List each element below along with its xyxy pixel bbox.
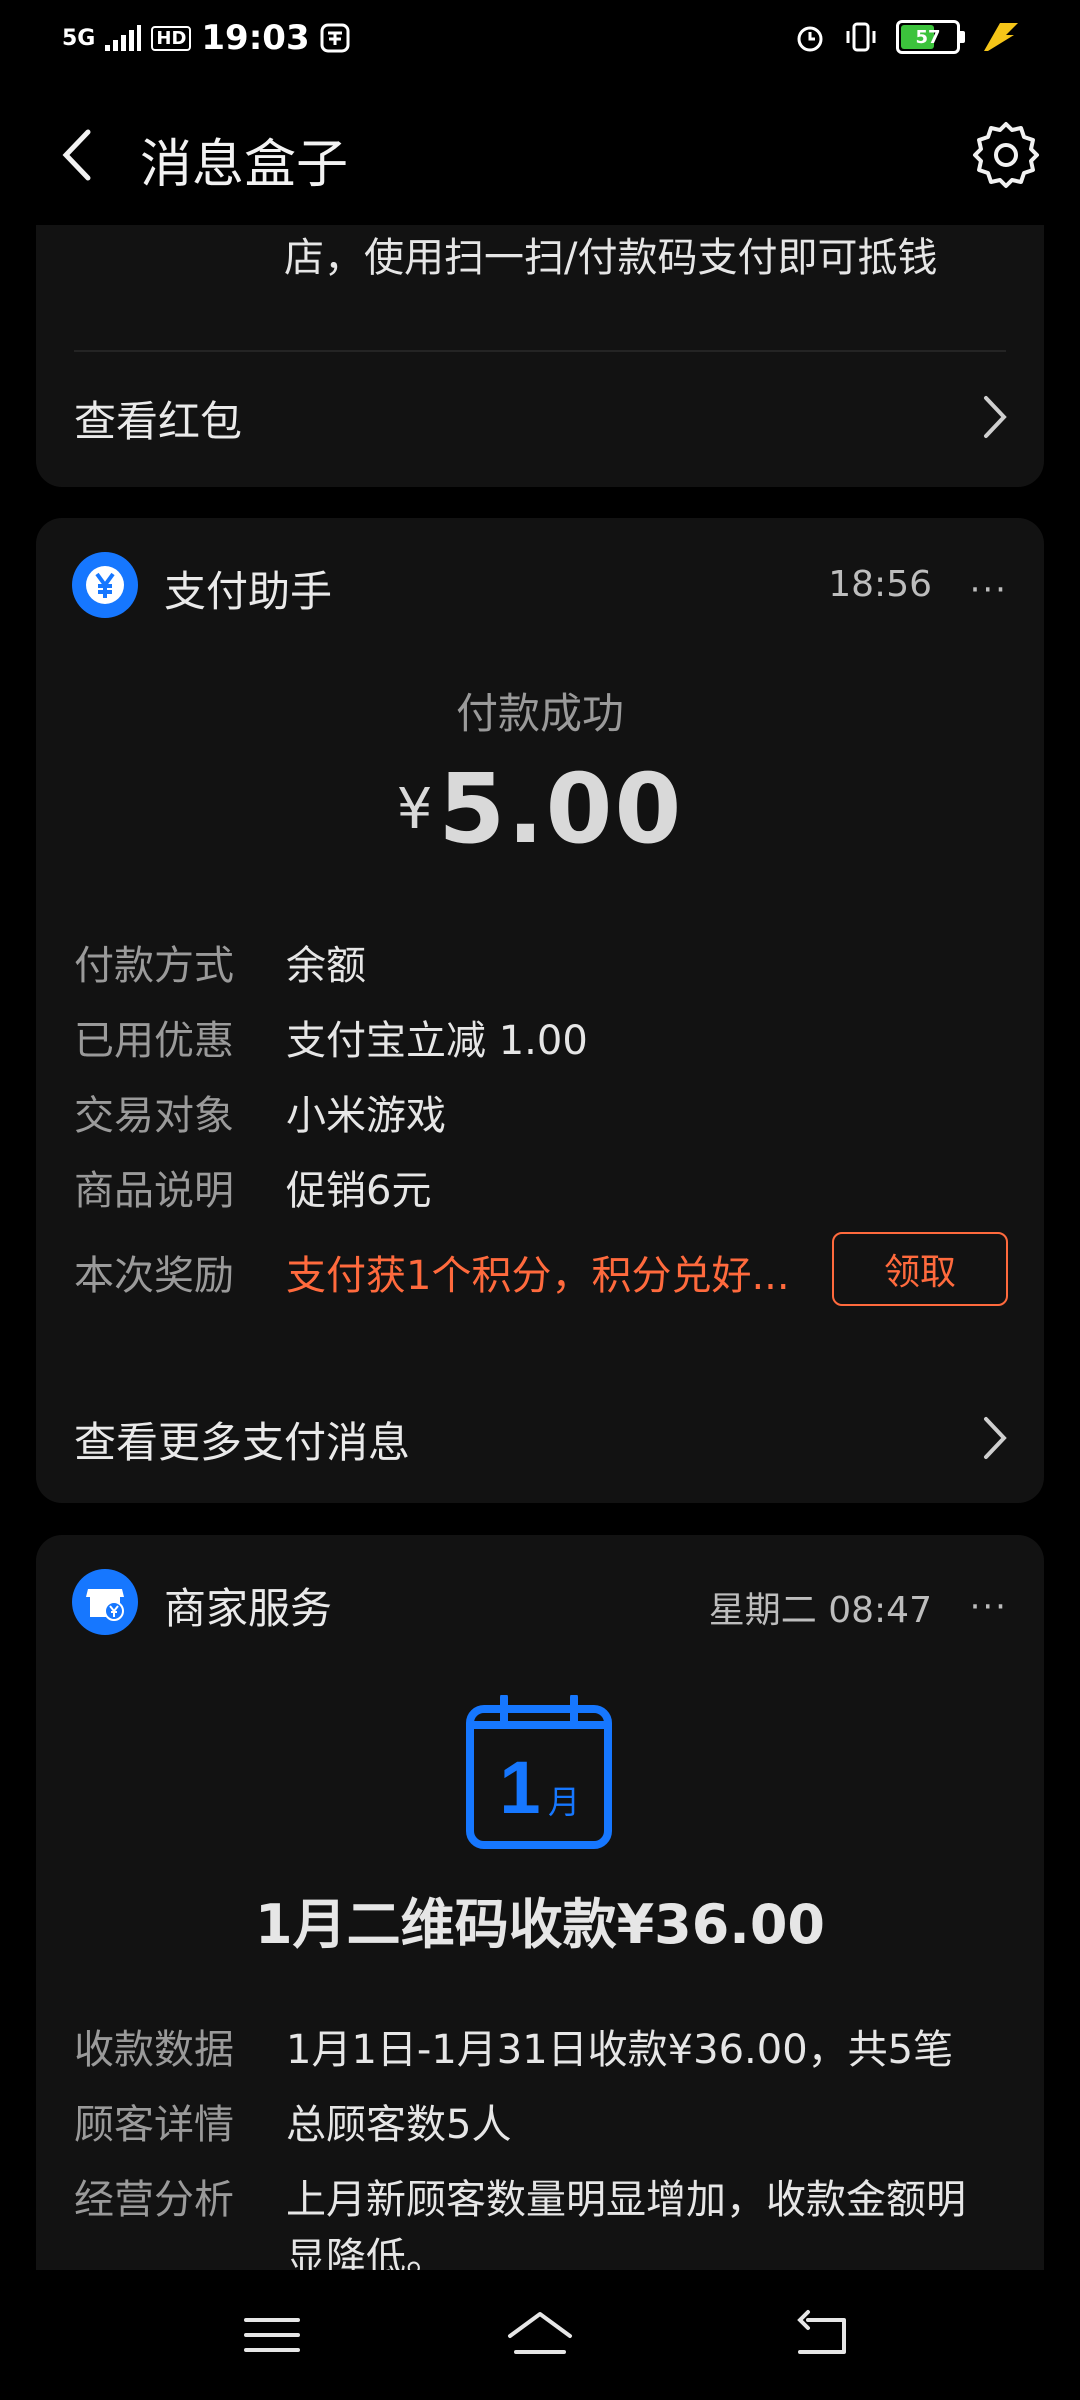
detail-value: 余额	[286, 943, 366, 989]
hd-icon: HD	[151, 25, 192, 51]
more-options-icon[interactable]: ···	[970, 1587, 1008, 1627]
battery-icon: 57	[896, 20, 965, 54]
detail-key: 收款数据	[74, 2027, 234, 2073]
redpacket-card: 店，使用扫一扫/付款码支付即可抵钱 查看红包	[36, 225, 1044, 487]
claim-button[interactable]: 领取	[832, 1232, 1008, 1306]
status-bar: 5G HD 19:03 57	[0, 0, 1080, 80]
status-left: 5G HD 19:03	[62, 18, 350, 58]
detail-value: 小米游戏	[286, 1093, 446, 1139]
system-nav-bar	[0, 2270, 1080, 2400]
detail-value: 总顾客数5人	[286, 2102, 512, 2148]
alarm-icon	[797, 26, 823, 52]
merchant-card-header: 商家服务 星期二 08:47 ···	[72, 1569, 1008, 1639]
vibrate-icon	[846, 22, 876, 52]
menu-icon[interactable]	[232, 2300, 312, 2370]
detail-key: 付款方式	[74, 943, 234, 989]
top-bar: 消息盒子	[0, 80, 1080, 230]
shop-icon	[72, 1569, 138, 1635]
clock: 19:03	[201, 18, 310, 58]
detail-key: 顾客详情	[74, 2102, 234, 2148]
signal-icon	[105, 25, 142, 51]
payment-card-header: 支付助手 18:56 ···	[72, 552, 1008, 622]
status-right: 57	[794, 20, 1020, 54]
detail-key: 交易对象	[74, 1093, 234, 1139]
chevron-right-icon	[984, 1417, 1007, 1459]
battery-level: 57	[915, 26, 941, 48]
merchant-time: 星期二 08:47	[708, 1590, 932, 1631]
back-nav-icon[interactable]	[784, 2300, 864, 2370]
detail-key: 本次奖励	[74, 1253, 234, 1299]
payment-amount: ¥5.00	[36, 753, 1044, 865]
payment-card: 支付助手 18:56 ··· 付款成功 ¥5.00 付款方式 余额 已用优惠 支…	[36, 518, 1044, 1503]
more-options-icon[interactable]: ···	[970, 570, 1008, 610]
detail-key: 经营分析	[74, 2177, 234, 2223]
detail-value: 1月1日-1月31日收款¥36.00，共5笔	[286, 2027, 954, 2073]
view-more-payments-label: 查看更多支付消息	[74, 1418, 411, 1467]
payment-app-name: 支付助手	[164, 567, 333, 616]
amount-value: 5.00	[438, 753, 684, 865]
detail-value: 促销6元	[286, 1168, 432, 1214]
network-label: 5G	[62, 25, 96, 51]
chevron-right-icon	[984, 396, 1007, 438]
detail-key: 已用优惠	[74, 1018, 234, 1064]
merchant-headline: 1月二维码收款¥36.00	[255, 1893, 825, 1956]
charging-icon	[984, 23, 1018, 51]
view-redpacket-link[interactable]: 查看红包	[36, 352, 1044, 482]
home-icon[interactable]	[500, 2300, 580, 2370]
app-notification-icon	[320, 23, 350, 53]
battery-tip	[960, 31, 965, 43]
merchant-app-name: 商家服务	[164, 1584, 333, 1633]
detail-value: 上月新顾客数量明显增加，收款金额明	[286, 2177, 966, 2223]
calendar-month: 月	[548, 1783, 580, 1821]
reward-value: 支付获1个积分，积分兑好...	[286, 1253, 790, 1299]
yen-coin-icon	[72, 552, 138, 618]
settings-gear-icon[interactable]	[970, 118, 1042, 190]
detail-value: 支付宝立减 1.00	[286, 1018, 588, 1064]
payment-status: 付款成功	[455, 689, 624, 738]
detail-key: 商品说明	[74, 1168, 234, 1214]
merchant-card: 商家服务 星期二 08:47 ··· 1 月 1月二维码收款¥36.00 收款数…	[36, 1535, 1044, 2355]
currency-symbol: ¥	[396, 776, 433, 842]
calendar-day: 1	[499, 1746, 540, 1829]
view-redpacket-label: 查看红包	[74, 397, 243, 446]
payment-time: 18:56	[828, 564, 932, 605]
redpacket-text: 店，使用扫一扫/付款码支付即可抵钱	[284, 235, 938, 281]
page-title: 消息盒子	[140, 135, 349, 195]
calendar-icon: 1 月	[466, 1695, 612, 1849]
back-icon[interactable]	[48, 120, 118, 190]
view-more-payments-link[interactable]: 查看更多支付消息	[36, 1373, 1044, 1503]
